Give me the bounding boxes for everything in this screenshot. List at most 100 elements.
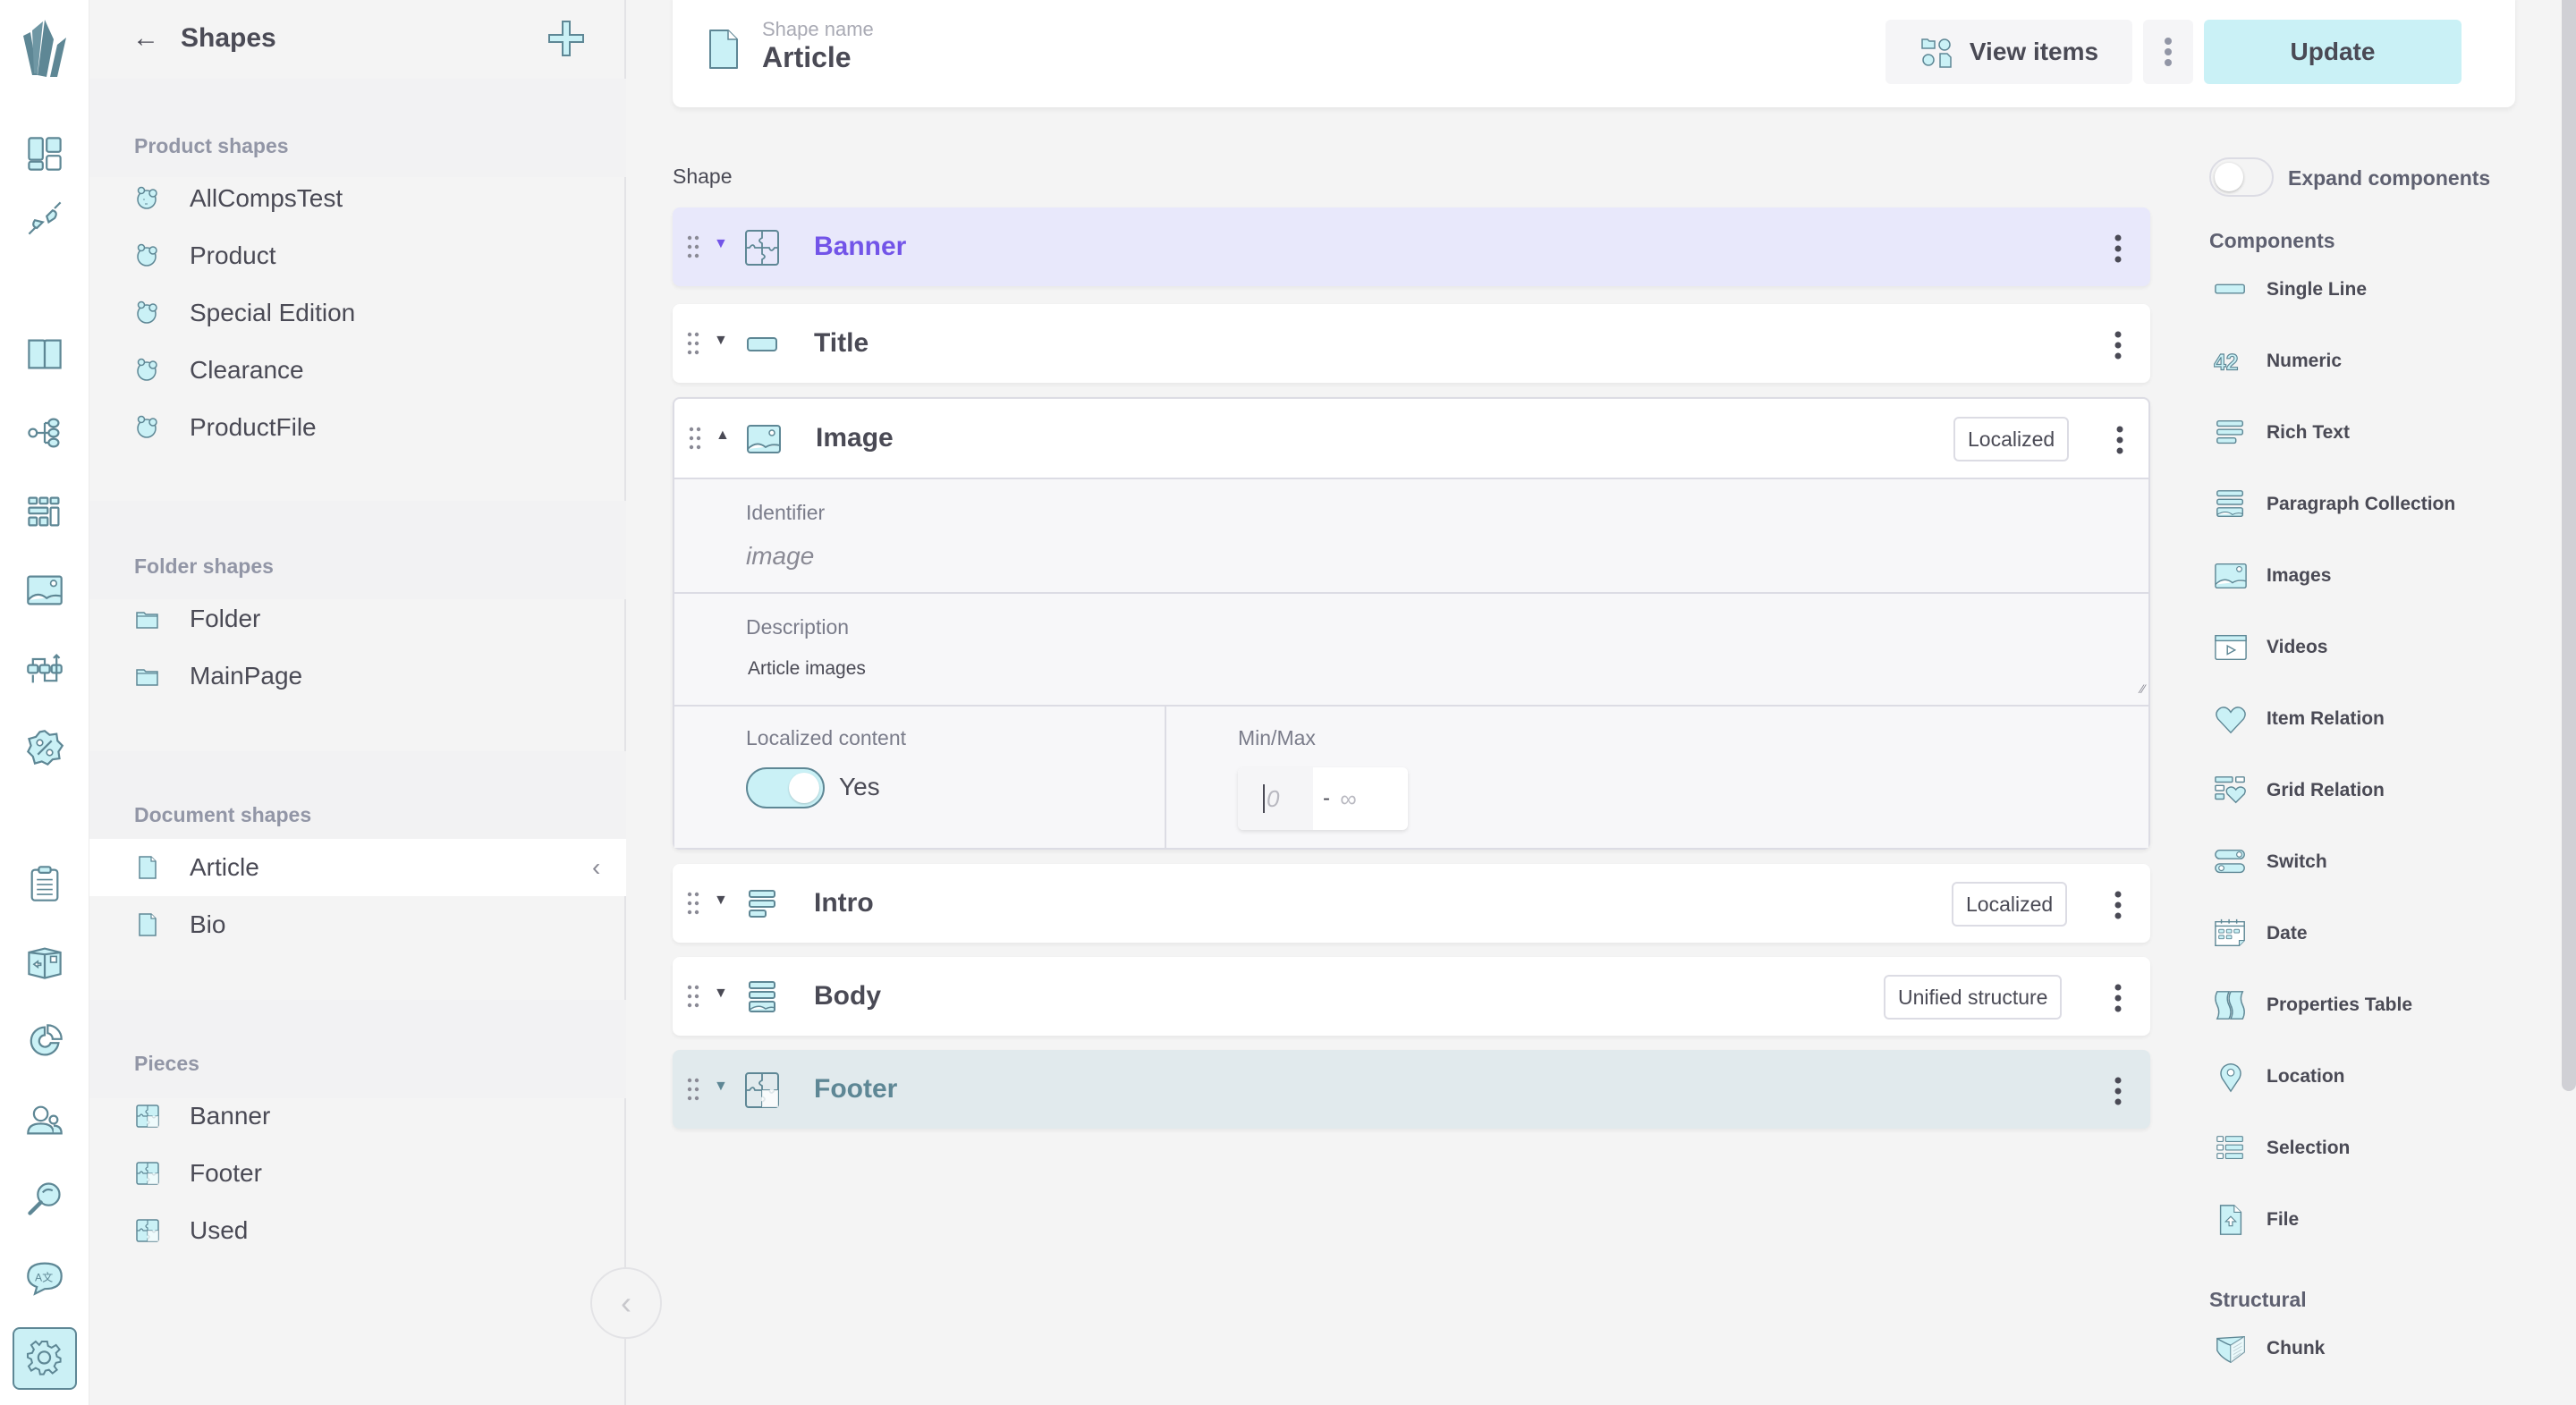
drag-handle-icon[interactable] (687, 331, 699, 356)
row-menu-kebab-icon[interactable] (2107, 887, 2129, 923)
component-item-relation[interactable]: Item Relation (2209, 694, 2549, 744)
rail-discounts[interactable] (23, 726, 66, 769)
panel-title: Shapes (181, 23, 276, 53)
component-grid-relation[interactable]: Grid Relation (2209, 766, 2549, 816)
drag-handle-icon[interactable] (687, 891, 699, 916)
rail-integrations[interactable] (23, 197, 66, 240)
component-rich-text[interactable]: Rich Text (2209, 408, 2549, 458)
rail-catalogue[interactable] (23, 333, 66, 376)
component-paragraph-collection[interactable]: Paragraph Collection (2209, 479, 2549, 529)
rail-customers[interactable] (23, 1098, 66, 1141)
shape-item-allcompstest[interactable]: AllCompsTest (89, 170, 626, 227)
shape-name-value[interactable]: Article (762, 41, 852, 74)
shape-row-footer[interactable]: ▼ Footer (673, 1050, 2150, 1129)
shape-row-intro[interactable]: ▼ Intro Localized (673, 864, 2150, 943)
paragraph-collection-icon (2216, 490, 2244, 518)
row-menu-kebab-icon[interactable] (2109, 422, 2131, 458)
component-file[interactable]: File (2209, 1195, 2549, 1245)
resize-handle-icon[interactable]: ⁄⁄ (2140, 681, 2145, 696)
shape-item-special-edition[interactable]: Special Edition (89, 284, 626, 342)
collapse-caret-icon[interactable]: ▲ (716, 427, 730, 444)
rail-analytics[interactable] (23, 1020, 66, 1062)
section-label-document-shapes: Document shapes (134, 803, 312, 826)
description-textarea[interactable]: Article images (748, 658, 866, 680)
component-videos[interactable]: Videos (2209, 622, 2549, 673)
rail-settings[interactable] (13, 1327, 77, 1390)
drag-handle-icon[interactable] (689, 426, 701, 451)
min-max-inputs: 0 - ∞ (1238, 767, 1408, 830)
component-location[interactable]: Location (2209, 1052, 2549, 1102)
shape-item-label: ProductFile (190, 413, 317, 441)
min-input[interactable]: 0 (1238, 767, 1313, 830)
shape-item-product[interactable]: Product (89, 227, 626, 284)
crystallize-logo-icon[interactable] (18, 13, 72, 84)
component-date[interactable]: Date (2209, 909, 2549, 959)
rail-orders[interactable] (23, 862, 66, 905)
single-line-icon (747, 337, 777, 351)
localized-content-label: Localized content (746, 726, 907, 749)
component-selection[interactable]: Selection (2209, 1123, 2549, 1173)
clipboard-icon (30, 866, 59, 901)
grid-relation-icon (2215, 776, 2246, 804)
row-menu-kebab-icon[interactable] (2107, 231, 2129, 267)
rail-grids[interactable] (23, 490, 66, 533)
shape-item-bio[interactable]: Bio (89, 896, 626, 953)
view-items-button[interactable]: View items (1885, 20, 2132, 84)
images-icon (2215, 563, 2247, 589)
expand-caret-icon[interactable]: ▼ (714, 1079, 728, 1095)
component-single-line[interactable]: Single Line (2209, 265, 2549, 315)
piece-item-label: Footer (190, 1159, 262, 1187)
expand-caret-icon[interactable]: ▼ (714, 333, 728, 349)
rail-fulfilment[interactable] (23, 941, 66, 984)
expand-caret-icon[interactable]: ▼ (714, 893, 728, 909)
shape-item-label: Clearance (190, 356, 304, 384)
row-menu-kebab-icon[interactable] (2107, 327, 2129, 363)
component-switch[interactable]: Switch (2209, 837, 2549, 887)
shape-item-mainpage[interactable]: MainPage (89, 647, 626, 705)
row-name: Image (816, 423, 894, 453)
shape-row-banner[interactable]: ▼ Banner (673, 207, 2150, 286)
shape-row-image[interactable]: ▲ Image Localized Identifier image Descr… (673, 397, 2150, 850)
localized-content-value: Yes (839, 773, 880, 800)
component-images[interactable]: Images (2209, 551, 2549, 601)
drag-handle-icon[interactable] (687, 984, 699, 1009)
expand-caret-icon[interactable]: ▼ (714, 236, 728, 252)
rail-flows[interactable] (23, 647, 66, 690)
piece-item-banner[interactable]: Banner (89, 1088, 626, 1145)
shape-item-clearance[interactable]: Clearance (89, 342, 626, 399)
shape-item-folder[interactable]: Folder (89, 590, 626, 647)
component-chunk[interactable]: Chunk (2209, 1324, 2549, 1374)
localized-content-toggle[interactable] (746, 767, 825, 808)
section-label-folder-shapes: Folder shapes (134, 554, 274, 578)
shape-row-body[interactable]: ▼ Body Unified structure (673, 957, 2150, 1036)
max-input[interactable]: ∞ (1340, 767, 1408, 830)
rail-topics[interactable] (23, 411, 66, 454)
shape-item-productfile[interactable]: ProductFile (89, 399, 626, 456)
shape-item-article[interactable]: Article ‹ (89, 839, 626, 896)
identifier-input[interactable]: image (746, 542, 814, 571)
rail-search[interactable] (23, 1177, 66, 1220)
expand-components-label: Expand components (2288, 166, 2491, 190)
drag-handle-icon[interactable] (687, 234, 699, 259)
piece-item-used[interactable]: Used (89, 1202, 626, 1259)
component-numeric[interactable]: 42 Numeric (2209, 336, 2549, 386)
collapse-panel-button[interactable]: ‹ (590, 1267, 662, 1339)
book-icon (28, 339, 62, 369)
piece-item-footer[interactable]: Footer (89, 1145, 626, 1202)
back-button[interactable]: ← (132, 23, 159, 54)
product-shape-icon (137, 415, 157, 438)
shape-row-title[interactable]: ▼ Title (673, 304, 2150, 383)
drag-handle-icon[interactable] (687, 1077, 699, 1102)
location-pin-icon (2220, 1063, 2241, 1093)
expand-components-toggle[interactable] (2209, 157, 2274, 197)
expand-caret-icon[interactable]: ▼ (714, 986, 728, 1002)
add-shape-button[interactable] (547, 20, 585, 57)
page-scrollbar[interactable] (2562, 0, 2576, 1091)
rail-translations[interactable]: A文 (23, 1256, 66, 1299)
row-menu-kebab-icon[interactable] (2107, 980, 2129, 1016)
rail-media[interactable] (23, 569, 66, 612)
row-menu-kebab-icon[interactable] (2107, 1073, 2129, 1109)
rail-dashboard[interactable] (23, 132, 66, 175)
image-icon (27, 575, 63, 605)
component-properties-table[interactable]: Properties Table (2209, 980, 2549, 1030)
